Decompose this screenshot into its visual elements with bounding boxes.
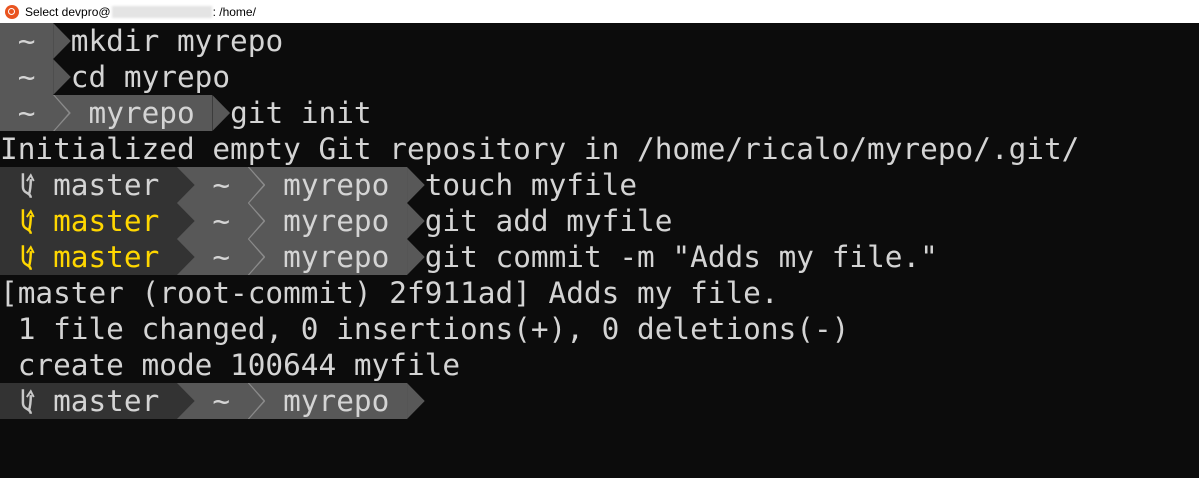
output-line: [master (root-commit) 2f911ad] Adds my f… bbox=[0, 275, 1199, 311]
command-text: touch myfile bbox=[424, 168, 638, 202]
redacted-hostname bbox=[111, 5, 212, 18]
terminal[interactable]: ~ mkdir myrepo ~ cd myrepo ~ myrepo git … bbox=[0, 23, 1199, 419]
segment-arrow-icon bbox=[176, 167, 195, 203]
segment-arrow-icon bbox=[407, 239, 425, 275]
home-segment: ~ bbox=[194, 383, 248, 419]
git-branch-icon bbox=[18, 383, 36, 419]
path-separator-icon bbox=[247, 167, 266, 203]
git-branch-icon bbox=[18, 239, 36, 275]
path-separator-icon bbox=[53, 95, 71, 131]
git-branch-icon bbox=[18, 203, 36, 239]
home-segment: ~ bbox=[0, 23, 54, 59]
prompt-line: master ~ myrepo git add myfile bbox=[0, 203, 1199, 239]
home-tilde: ~ bbox=[212, 168, 231, 202]
command-text: git commit -m "Adds my file." bbox=[424, 240, 938, 274]
git-branch-segment: master bbox=[0, 203, 177, 239]
git-branch-icon bbox=[18, 167, 36, 203]
prompt-line: ~ myrepo git init bbox=[0, 95, 1199, 131]
home-tilde: ~ bbox=[17, 24, 36, 58]
directory-name: myrepo bbox=[283, 240, 390, 274]
directory-segment: myrepo bbox=[265, 239, 408, 275]
output-text: create mode 100644 myfile bbox=[0, 348, 461, 382]
directory-name: myrepo bbox=[88, 96, 195, 130]
segment-arrow-icon bbox=[176, 383, 195, 419]
git-branch-segment: master bbox=[0, 383, 177, 419]
output-line: Initialized empty Git repository in /hom… bbox=[0, 131, 1199, 167]
home-segment: ~ bbox=[194, 203, 248, 239]
path-separator-icon bbox=[247, 383, 266, 419]
path-separator-icon bbox=[247, 239, 266, 275]
prompt-line: ~ mkdir myrepo bbox=[0, 23, 1199, 59]
segment-arrow-icon bbox=[407, 167, 425, 203]
directory-name: myrepo bbox=[283, 168, 390, 202]
git-branch-name: master bbox=[53, 384, 160, 418]
prompt-line: master ~ myrepo touch myfile bbox=[0, 167, 1199, 203]
ubuntu-icon bbox=[5, 4, 19, 19]
segment-arrow-icon bbox=[176, 239, 195, 275]
home-tilde: ~ bbox=[17, 60, 36, 94]
directory-name: myrepo bbox=[283, 384, 390, 418]
git-branch-segment: master bbox=[0, 167, 177, 203]
directory-segment: myrepo bbox=[70, 95, 213, 131]
git-branch-name: master bbox=[53, 204, 160, 238]
window-title-prefix: Select devpro@ bbox=[25, 4, 111, 19]
home-tilde: ~ bbox=[17, 96, 36, 130]
output-text: [master (root-commit) 2f911ad] Adds my f… bbox=[0, 276, 779, 310]
output-line: 1 file changed, 0 insertions(+), 0 delet… bbox=[0, 311, 1199, 347]
directory-segment: myrepo bbox=[265, 203, 408, 239]
home-tilde: ~ bbox=[212, 240, 231, 274]
prompt-line: master ~ myrepo git commit -m "Adds my f… bbox=[0, 239, 1199, 275]
segment-arrow-icon bbox=[53, 59, 71, 95]
output-text: Initialized empty Git repository in /hom… bbox=[0, 132, 1080, 166]
command-text: git init bbox=[230, 96, 372, 130]
command-text: cd myrepo bbox=[70, 60, 231, 94]
git-branch-segment: master bbox=[0, 239, 177, 275]
home-segment: ~ bbox=[0, 95, 54, 131]
git-branch-name: master bbox=[53, 168, 160, 202]
command-text: git add myfile bbox=[424, 204, 673, 238]
git-branch-name: master bbox=[53, 240, 160, 274]
home-segment: ~ bbox=[194, 239, 248, 275]
segment-arrow-icon bbox=[407, 383, 425, 419]
output-text: 1 file changed, 0 insertions(+), 0 delet… bbox=[0, 312, 850, 346]
directory-name: myrepo bbox=[283, 204, 390, 238]
prompt-line: master ~ myrepo bbox=[0, 383, 1199, 419]
path-separator-icon bbox=[247, 203, 266, 239]
segment-arrow-icon bbox=[53, 23, 71, 59]
directory-segment: myrepo bbox=[265, 383, 408, 419]
command-text: mkdir myrepo bbox=[70, 24, 284, 58]
output-line: create mode 100644 myfile bbox=[0, 347, 1199, 383]
window-titlebar: Select devpro@ : /home/ bbox=[0, 0, 1199, 23]
directory-segment: myrepo bbox=[265, 167, 408, 203]
segment-arrow-icon bbox=[407, 203, 425, 239]
segment-arrow-icon bbox=[212, 95, 231, 131]
home-segment: ~ bbox=[194, 167, 248, 203]
home-tilde: ~ bbox=[212, 384, 231, 418]
prompt-line: ~ cd myrepo bbox=[0, 59, 1199, 95]
segment-arrow-icon bbox=[176, 203, 195, 239]
home-tilde: ~ bbox=[212, 204, 231, 238]
window-title-suffix: : /home/ bbox=[212, 4, 256, 19]
home-segment: ~ bbox=[0, 59, 54, 95]
